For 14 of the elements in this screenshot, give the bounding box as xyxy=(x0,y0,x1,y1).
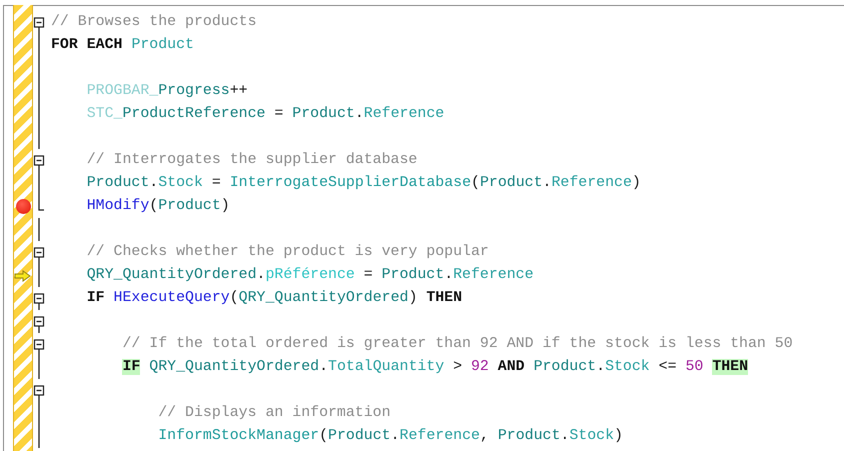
code-line: HModify(Product) xyxy=(86,198,230,214)
code-line: // Browses the products xyxy=(51,14,257,30)
code-line: STC_ProductReference = Product.Reference xyxy=(86,106,444,122)
code-line: // Interrogates the supplier database xyxy=(86,152,418,168)
code-line: FOR EACH Product xyxy=(51,37,194,53)
code-line: // Displays an information xyxy=(158,405,391,421)
code-line: PROGBAR_Progress++ xyxy=(86,83,248,99)
code-line: IF QRY_QuantityOrdered.TotalQuantity > 92 AND Product.Stock <= 50 THEN xyxy=(122,359,748,375)
code-line: IF HExecuteQuery(QRY_QuantityOrdered) THEN xyxy=(86,290,462,306)
code-line: QRY_QuantityOrdered.pRéférence = Product.Reference xyxy=(86,267,534,283)
code-line: // Checks whether the product is very popular xyxy=(86,244,489,260)
code-line: // If the total ordered is greater than 92 AND if the stock is less than 50 xyxy=(122,336,793,352)
code-line: InformStockManager(Product.Reference, Product.Stock) xyxy=(158,428,623,444)
code-line: Product.Stock = InterrogateSupplierDatabase(Product.Reference) xyxy=(86,175,641,191)
